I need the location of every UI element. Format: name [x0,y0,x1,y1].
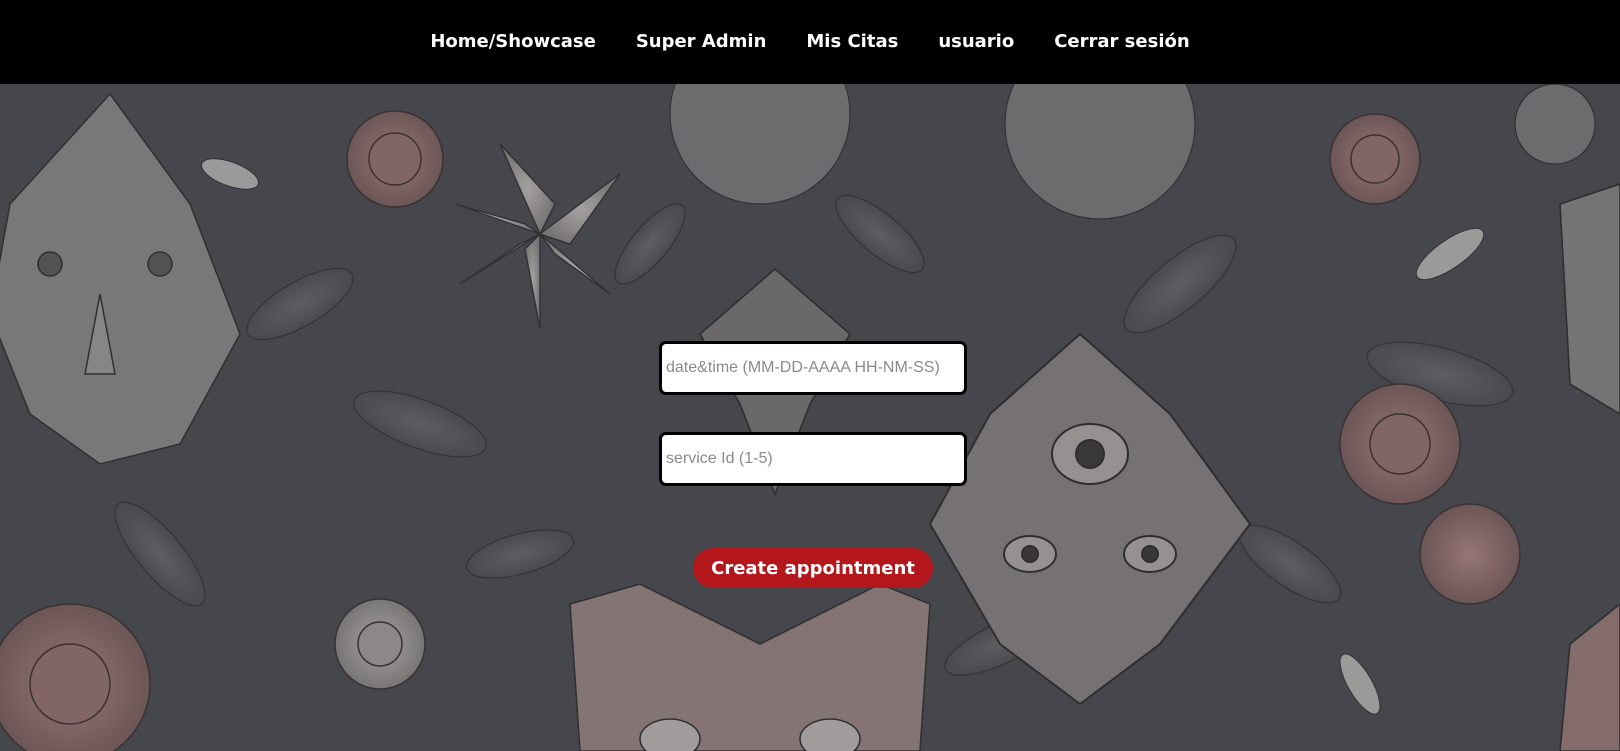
service-id-input[interactable] [659,432,967,486]
nav-link-mis-citas[interactable]: Mis Citas [786,0,918,84]
datetime-input[interactable] [659,341,967,395]
create-appointment-button[interactable]: Create appointment [693,548,933,588]
top-navbar: Home/Showcase Super Admin Mis Citas usua… [0,0,1620,84]
nav-link-home-showcase[interactable]: Home/Showcase [410,0,615,84]
nav-link-usuario[interactable]: usuario [918,0,1034,84]
nav-link-super-admin[interactable]: Super Admin [616,0,787,84]
nav-link-cerrar-sesion[interactable]: Cerrar sesión [1034,0,1209,84]
create-appointment-form: Create appointment [0,84,1620,751]
